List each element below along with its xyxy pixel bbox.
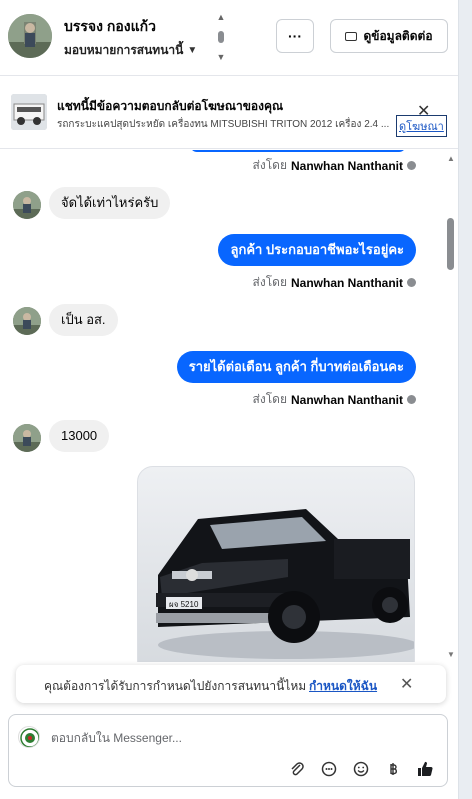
- messenger-conversation-panel: บรรจง กองแก้ว มอบหมายการสนทนานี้ ▼ ▲ ▼ ·…: [0, 0, 472, 799]
- saved-reply-icon[interactable]: [319, 759, 339, 779]
- outgoing-message-bubble[interactable]: ลูกค้า ประกอบอาชีพอะไรอยู่คะ: [218, 234, 416, 266]
- sent-by-line: ส่งโดย Nanwhan Nanthanit: [253, 390, 416, 409]
- license-plate: ผจ 5210: [169, 600, 199, 609]
- more-icon: ···: [288, 28, 302, 44]
- contact-avatar[interactable]: [8, 14, 52, 58]
- message-composer: [8, 714, 448, 787]
- chevron-down-icon: ▼: [187, 45, 198, 56]
- assign-label: มอบหมายการสนทนานี้: [64, 43, 184, 57]
- navigator-handle: [218, 31, 224, 43]
- sent-by-line: ส่งโดย Nanwhan Nanthanit: [253, 156, 416, 175]
- thumbs-up-icon[interactable]: [415, 759, 435, 779]
- emoji-icon[interactable]: [351, 759, 371, 779]
- outgoing-message-bubble[interactable]: รายได้ต่อเดือน ลูกค้า กี่บาทต่อเดือนคะ: [176, 351, 416, 383]
- assign-prompt: คุณต้องการได้รับการกำหนดไปยังการสนทนานี้…: [16, 665, 446, 703]
- contact-card-icon: [345, 31, 358, 41]
- seen-icon: [407, 161, 416, 170]
- assign-prompt-text: คุณต้องการได้รับการกำหนดไปยังการสนทนานี้…: [44, 679, 307, 693]
- more-options-button[interactable]: ···: [276, 19, 314, 53]
- arrow-up-icon[interactable]: ▲: [217, 12, 226, 22]
- message-input[interactable]: [51, 728, 431, 748]
- view-contact-info-label: ดูข้อมูลติดต่อ: [363, 28, 433, 43]
- ad-banner-title: แชทนี้มีข้อความตอบกลับต่อโฆษณาของคุณ: [57, 99, 284, 113]
- incoming-message-bubble[interactable]: จัดได้เท่าไหร่ครับ: [49, 187, 171, 219]
- seen-icon: [407, 395, 416, 404]
- incoming-message-bubble[interactable]: 13000: [49, 420, 110, 452]
- previous-outgoing-bubble: [190, 150, 406, 152]
- conversation-header: บรรจง กองแก้ว มอบหมายการสนทนานี้ ▼ ▲ ▼ ·…: [0, 0, 458, 76]
- seen-icon: [407, 278, 416, 287]
- conversation-navigator[interactable]: ▲ ▼: [214, 12, 228, 62]
- scroll-up-icon[interactable]: ▲: [447, 154, 455, 163]
- assign-conversation-dropdown[interactable]: มอบหมายการสนทนานี้ ▼: [64, 41, 197, 60]
- ad-reply-banner: แชทนี้มีข้อความตอบกลับต่อโฆษณาของคุณ รถก…: [0, 77, 458, 149]
- ad-thumbnail: [11, 94, 47, 130]
- view-ad-link[interactable]: ดูโฆษณา: [396, 115, 447, 137]
- close-icon[interactable]: ✕: [400, 674, 413, 694]
- incoming-message-bubble[interactable]: เป็น อส.: [49, 304, 118, 336]
- chat-scrollbar[interactable]: ▲ ▼: [444, 150, 458, 662]
- assign-to-me-link[interactable]: กำหนดให้ฉัน: [309, 677, 377, 696]
- page-scrollbar[interactable]: [458, 0, 472, 799]
- image-message[interactable]: ผจ 5210: [137, 466, 415, 662]
- attachment-icon[interactable]: [287, 759, 307, 779]
- sender-avatar: [13, 307, 41, 335]
- contact-name[interactable]: บรรจง กองแก้ว: [64, 16, 156, 38]
- sender-avatar: [13, 424, 41, 452]
- arrow-down-icon[interactable]: ▼: [217, 52, 226, 62]
- message-list: ส่งโดย Nanwhan Nanthanit จัดได้เท่าไหร่ค…: [0, 150, 458, 662]
- sent-by-line: ส่งโดย Nanwhan Nanthanit: [253, 273, 416, 292]
- ad-banner-subtitle: รถกระบะแคปสุดประหยัด เครื่องทน MITSUBISH…: [57, 119, 390, 130]
- sender-avatar: [13, 191, 41, 219]
- scroll-thumb[interactable]: [447, 218, 454, 270]
- page-avatar: [18, 726, 40, 748]
- payment-baht-icon[interactable]: [383, 759, 403, 779]
- scroll-down-icon[interactable]: ▼: [447, 650, 455, 659]
- view-contact-info-button[interactable]: ดูข้อมูลติดต่อ: [330, 19, 448, 53]
